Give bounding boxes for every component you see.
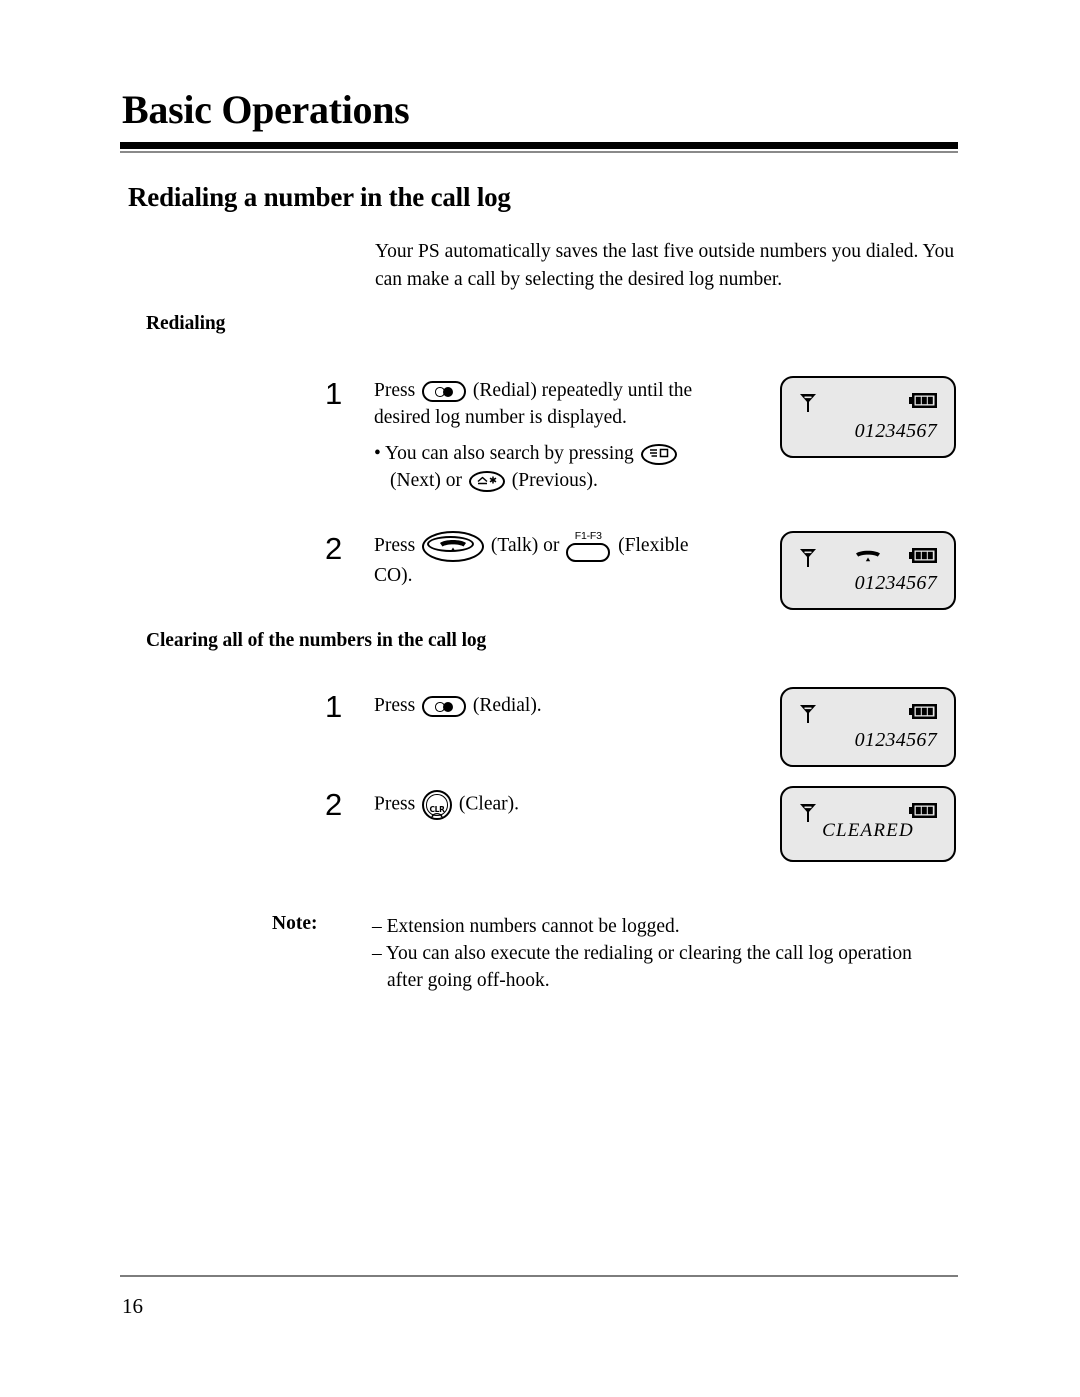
step-body-redial-2: Press (Talk) or F1-F3 (Flexible CO). [374, 531, 714, 589]
page-title: Basic Operations [122, 87, 410, 132]
note-label: Note: [272, 913, 318, 934]
bullet-text-suffix: (Previous). [511, 470, 598, 491]
step-number-redial-2: 2 [325, 531, 343, 566]
section-title: Redialing a number in the call log [128, 182, 511, 212]
previous-key-icon[interactable] [468, 471, 505, 493]
step-body-redial-1: Press (Redial) repeatedly until the desi… [374, 377, 714, 494]
footer-rule [120, 1275, 958, 1277]
step-body-clear-1: Press (Redial). [374, 692, 714, 719]
subheading-clearing: Clearing all of the numbers in the call … [146, 630, 487, 651]
lcd-text: 01234567 [854, 572, 937, 594]
note-item: – You can also execute the redialing or … [372, 943, 912, 991]
lcd-display-redial-2: 01234567 [780, 531, 956, 610]
header-rule-thick [120, 142, 958, 149]
battery-full-icon [909, 392, 939, 414]
page-number: 16 [122, 1294, 143, 1318]
antenna-icon [798, 390, 818, 419]
step-text-suffix: (Redial). [472, 695, 542, 716]
redial-key-icon[interactable] [422, 696, 467, 718]
battery-full-icon [909, 547, 939, 569]
lcd-display-redial-1: 01234567 [780, 376, 956, 458]
step-text-middle: (Talk) or [490, 534, 560, 556]
lcd-text: CLEARED [822, 820, 914, 841]
header-rule-thin [120, 151, 958, 153]
step-text-prefix: Press [374, 695, 416, 716]
manual-page: Basic Operations Redialing a number in t… [0, 0, 1080, 1397]
flexible-co-key-label: F1-F3 [574, 530, 602, 542]
clear-key-label: CLR [429, 804, 445, 814]
clear-key-icon[interactable]: CLR [422, 790, 453, 820]
step-bullet-redial-1: • You can also search by pressing (Next)… [374, 440, 714, 494]
step-text-prefix: Press [374, 793, 416, 815]
handset-status-icon [854, 549, 882, 568]
bullet-text-middle: (Next) or [390, 470, 463, 491]
talk-key-icon[interactable] [422, 531, 485, 562]
lcd-display-clear-1: 01234567 [780, 687, 956, 767]
step-number-redial-1: 1 [325, 376, 343, 411]
step-number-clear-2: 2 [325, 787, 343, 822]
step-number-clear-1: 1 [325, 689, 343, 724]
flexible-co-key-icon[interactable]: F1-F3 [566, 530, 611, 562]
redial-key-glyph [435, 387, 455, 398]
redial-key-icon[interactable] [422, 381, 467, 403]
intro-paragraph: Your PS automatically saves the last fiv… [375, 241, 955, 290]
step-text-suffix: (Clear). [458, 793, 520, 815]
step-text-prefix: Press [374, 534, 416, 556]
note-item: – Extension numbers cannot be logged. [372, 916, 680, 937]
step-body-clear-2: Press CLR (Clear). [374, 790, 714, 820]
subheading-redialing: Redialing [146, 313, 226, 334]
handset-glyph [438, 533, 468, 560]
antenna-icon [798, 545, 818, 574]
antenna-icon [798, 701, 818, 730]
next-key-icon[interactable] [640, 444, 677, 466]
lcd-text: 01234567 [854, 729, 937, 751]
bullet-text-prefix: • You can also search by pressing [374, 443, 634, 464]
lcd-text: 01234567 [854, 420, 937, 442]
redial-key-glyph [435, 702, 455, 713]
battery-full-icon [909, 703, 939, 725]
note-items: – Extension numbers cannot be logged. – … [372, 913, 947, 994]
step-text-prefix: Press [374, 380, 416, 401]
lcd-display-clear-2: CLEARED [780, 786, 956, 862]
